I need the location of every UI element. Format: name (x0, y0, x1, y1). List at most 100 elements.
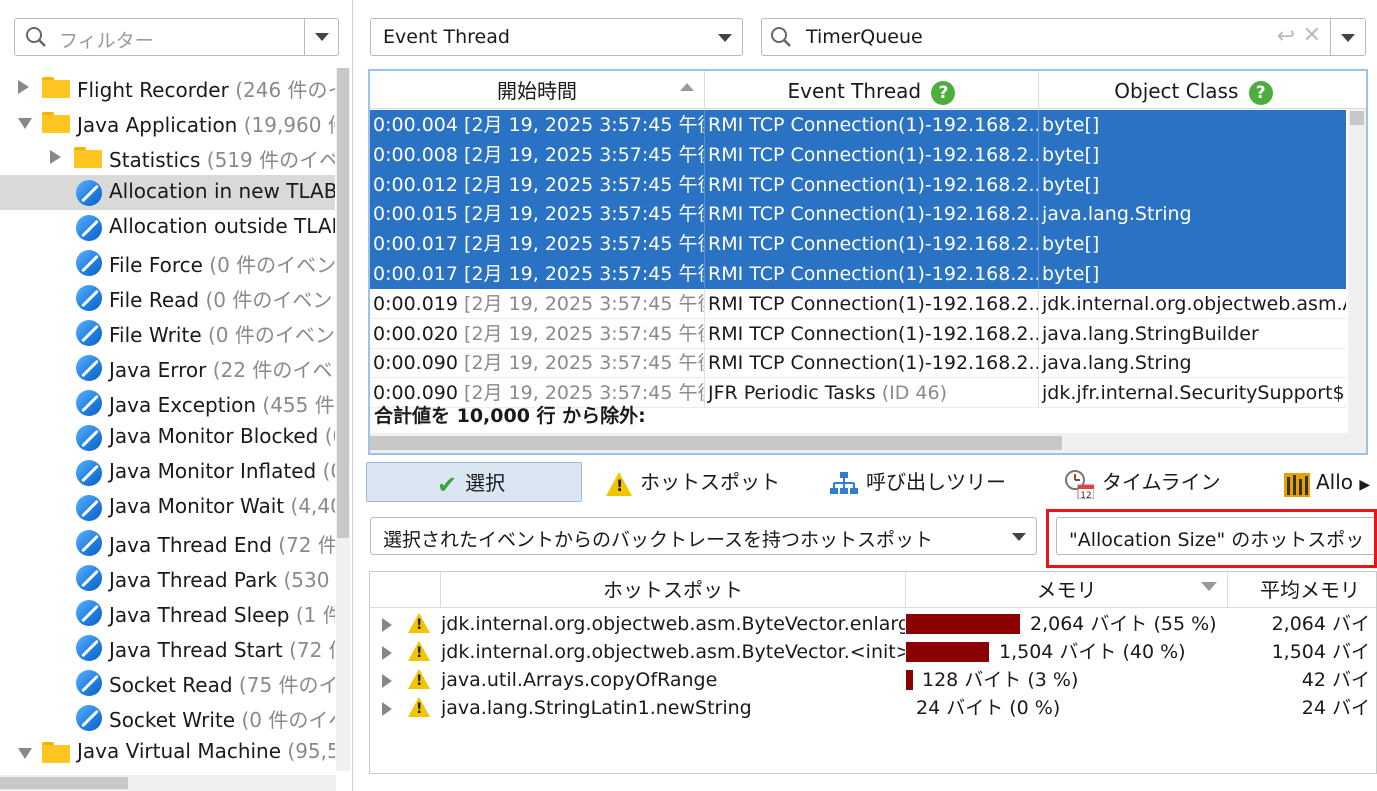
tree-item[interactable]: File Force (0 件のイベン (0, 245, 335, 280)
scrollbar-thumb[interactable] (1350, 111, 1364, 125)
tree-item-name: Java Monitor Inflated (109, 459, 317, 483)
expand-arrow-icon[interactable] (18, 80, 29, 94)
tree-item-count: (1 件の (295, 603, 335, 627)
time-value: 0:00.017 (373, 233, 458, 256)
tree-item[interactable]: Flight Recorder (246 件のイ (0, 70, 335, 105)
tree-item[interactable]: Java Thread Start (72 件の (0, 630, 335, 665)
event-type-icon (76, 425, 102, 451)
table-row[interactable]: 0:00.090 [2月 19, 2025 3:57:45 午後] RMI TCP… (370, 348, 1346, 379)
column-header-hotspot[interactable]: ホットスポット (441, 572, 906, 608)
table-horizontal-scrollbar[interactable] (370, 433, 1366, 453)
cell-start-time: 0:00.012 [2月 19, 2025 3:57:45 午後] (370, 169, 705, 200)
tree-item[interactable]: Java Monitor Blocked (0 (0, 420, 335, 455)
expand-arrow-icon[interactable] (382, 702, 392, 716)
tree-horizontal-scrollbar[interactable] (0, 775, 336, 791)
hotspot-row[interactable]: java.lang.StringLatin1.newString 24 バイト (… (370, 694, 1376, 722)
chevron-down-icon[interactable] (1341, 34, 1355, 42)
thread-value: RMI TCP Connection(1)-192.168.2.... (708, 173, 1039, 196)
tree-item[interactable]: Java Error (22 件のイベ (0, 350, 335, 385)
column-select[interactable]: Event Thread (370, 18, 743, 56)
tree-item[interactable]: Java Monitor Wait (4,405 (0, 490, 335, 525)
table-vertical-scrollbar[interactable] (1348, 109, 1366, 434)
date-value: [2月 19, 2025 3:57:45 午後] (464, 292, 705, 315)
tree-item-name: Java Virtual Machine (77, 739, 282, 763)
clear-icon[interactable]: ✕ (1303, 23, 1321, 48)
tree-item[interactable]: Socket Write (0 件のイベ (0, 700, 335, 735)
tree-item[interactable]: File Write (0 件のイベン (0, 315, 335, 350)
tree-filter-field[interactable]: フィルター (14, 18, 339, 56)
thread-value: RMI TCP Connection(1)-192.168.2.... (708, 203, 1039, 226)
chevron-down-icon (718, 34, 732, 42)
expand-arrow-icon[interactable] (382, 674, 392, 688)
tab-timeline[interactable]: 12 タイムライン (1064, 462, 1221, 502)
tree-item-label: Java Thread Sleep (1 件の (109, 599, 335, 628)
tree-item-name: File Force (109, 253, 203, 277)
tree-item[interactable]: Allocation outside TLAB (0, 210, 335, 245)
date-value: [2月 19, 2025 3:57:45 午後] (464, 322, 705, 345)
tab-call-tree[interactable]: 呼び出しツリー (830, 462, 1006, 502)
tab-hotspots[interactable]: ホットスポット (606, 462, 780, 502)
column-header-start-time[interactable]: 開始時間 (370, 71, 705, 109)
pane-divider[interactable] (352, 0, 353, 791)
scrollbar-thumb[interactable] (337, 68, 349, 538)
tree-item-count: (0 件のイベン (209, 253, 335, 277)
chevron-right-icon[interactable]: ▶ (1359, 477, 1370, 493)
help-icon[interactable]: ? (1248, 80, 1273, 105)
table-row[interactable]: 0:00.017 [2月 19, 2025 3:57:45 午後] RMI TCP… (370, 229, 1346, 260)
date-value: [2月 19, 2025 3:57:45 午後] (464, 203, 705, 226)
tree-item[interactable]: Java Thread Sleep (1 件の (0, 595, 335, 630)
tree-item[interactable]: Java Thread End (72 件の (0, 525, 335, 560)
tree-item[interactable]: Java Application (19,960 件の (0, 105, 335, 140)
search-field[interactable]: TimerQueue ↩ ✕ (761, 18, 1366, 56)
tree-item[interactable]: Allocation in new TLAB ( (0, 175, 335, 210)
backtrace-filter-select[interactable]: 選択されたイベントからのバックトレースを持つホットスポット (370, 517, 1037, 555)
tab-selection[interactable]: ✔ 選択 (366, 462, 582, 502)
tree-item[interactable]: File Read (0 件のイベン (0, 280, 335, 315)
column-header-object-class[interactable]: Object Class ? (1039, 71, 1348, 109)
tree-item[interactable]: Java Virtual Machine (95,597 (0, 735, 335, 770)
column-header-memory[interactable]: メモリ (906, 572, 1228, 608)
tree-item[interactable]: Java Thread Park (530 件 (0, 560, 335, 595)
hotspot-row[interactable]: jdk.internal.org.objectweb.asm.ByteVecto… (370, 638, 1376, 666)
tree-item[interactable]: Java Monitor Inflated (0 (0, 455, 335, 490)
tree-item[interactable]: Socket Read (75 件のイベ (0, 665, 335, 700)
help-icon[interactable]: ? (931, 80, 956, 105)
tree-item[interactable]: Java Exception (455 件の (0, 385, 335, 420)
hotspot-row[interactable]: java.util.Arrays.copyOfRange 128 バイト (3 %… (370, 666, 1376, 694)
tree-item-label: Java Thread End (72 件の (109, 529, 335, 558)
tree-vertical-scrollbar[interactable] (336, 68, 350, 771)
tree-item-name: Flight Recorder (77, 78, 229, 102)
table-row[interactable]: 0:00.008 [2月 19, 2025 3:57:45 午後] RMI TCP… (370, 139, 1346, 170)
tree-filter-dropdown-button[interactable] (304, 19, 338, 55)
tree-item-name: Java Error (109, 358, 207, 382)
expand-arrow-icon[interactable] (382, 618, 392, 632)
average-memory-value: 1,504 バイ (1271, 641, 1370, 663)
collapse-arrow-icon[interactable] (18, 748, 32, 759)
memory-bar (906, 670, 913, 690)
average-memory-value: 42 バイ (1301, 669, 1370, 691)
scrollbar-thumb[interactable] (0, 777, 128, 789)
collapse-arrow-icon[interactable] (18, 118, 32, 129)
table-row[interactable]: 0:00.004 [2月 19, 2025 3:57:45 午後] RMI TCP… (370, 110, 1346, 140)
tree-item-label: Statistics (519 件のイベン (109, 144, 335, 173)
tree-item[interactable]: Statistics (519 件のイベン (0, 140, 335, 175)
time-value: 0:00.004 (373, 114, 458, 136)
expand-arrow-icon[interactable] (382, 646, 392, 660)
search-input-value[interactable]: TimerQueue (806, 26, 923, 48)
table-row[interactable]: 0:00.019 [2月 19, 2025 3:57:45 午後] RMI TCP… (370, 288, 1346, 319)
expand-arrow-icon[interactable] (50, 150, 61, 164)
scrollbar-thumb[interactable] (370, 436, 1062, 450)
hotspot-row[interactable]: jdk.internal.org.objectweb.asm.ByteVecto… (370, 610, 1376, 638)
column-header-event-thread[interactable]: Event Thread ? (705, 71, 1039, 109)
table-row[interactable]: 0:00.017 [2月 19, 2025 3:57:45 午後] RMI TCP… (370, 259, 1346, 289)
table-row[interactable]: 0:00.015 [2月 19, 2025 3:57:45 午後] RMI TCP… (370, 199, 1346, 230)
table-row[interactable]: 0:00.020 [2月 19, 2025 3:57:45 午後] RMI TCP… (370, 318, 1346, 349)
table-row[interactable]: 0:00.012 [2月 19, 2025 3:57:45 午後] RMI TCP… (370, 169, 1346, 200)
cell-event-thread: RMI TCP Connection(1)-192.168.2.... (705, 259, 1039, 289)
tree-item-name: Allocation in new TLAB (109, 179, 335, 203)
tab-allocation[interactable]: Allo ▶ (1284, 462, 1370, 502)
tree-item-count: (0 (322, 459, 335, 483)
tree-item-name: Java Thread Start (109, 638, 283, 662)
return-icon[interactable]: ↩ (1277, 24, 1295, 49)
column-header-average-memory[interactable]: 平均メモリ (1228, 572, 1376, 608)
